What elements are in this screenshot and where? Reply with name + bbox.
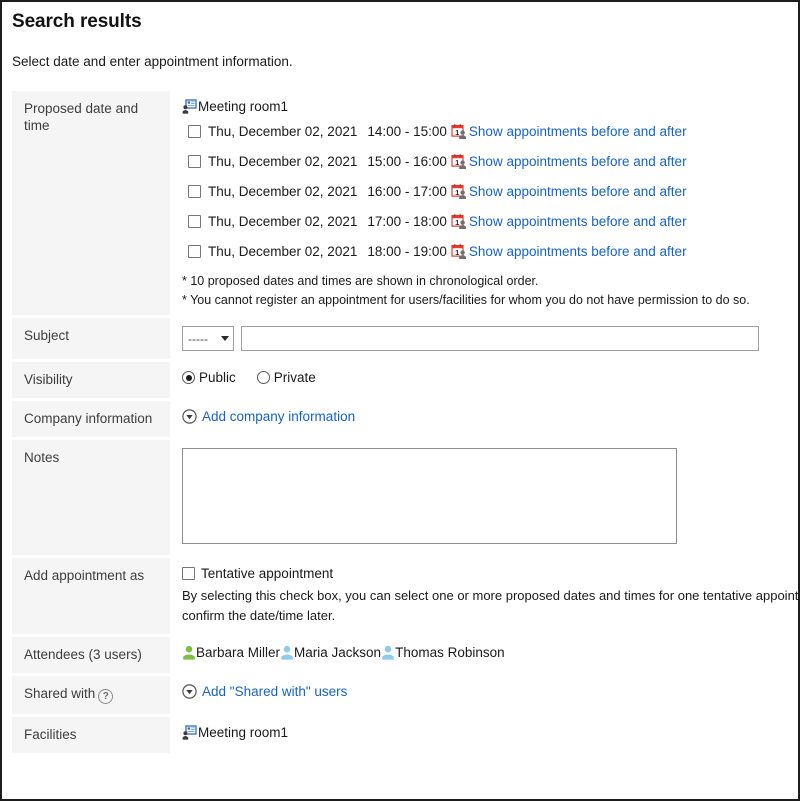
subject-value: ----- — [170, 318, 798, 359]
row-visibility: Visibility Public Private — [12, 362, 798, 398]
row-notes: Notes — [12, 440, 798, 555]
slot-checkbox-4[interactable] — [188, 214, 201, 228]
row-shared-with: Shared with? Add "Shared with" users — [12, 676, 798, 714]
chevron-down-icon — [221, 336, 229, 341]
show-appointments-link-3[interactable]: Show appointments before and after — [469, 184, 687, 199]
label-company-information: Company information — [12, 401, 170, 437]
table-row[interactable]: Thu, December 02, 2021 18:00 - 19:00 1 S… — [182, 236, 798, 266]
facilities-value: Meeting room1 — [170, 717, 798, 753]
row-subject: Subject ----- — [12, 318, 798, 359]
facility-name: Meeting room1 — [198, 725, 289, 740]
list-item: Barbara Miller — [182, 645, 280, 660]
table-row[interactable]: Thu, December 02, 2021 15:00 - 16:00 1 S… — [182, 146, 798, 176]
notes-textarea[interactable] — [182, 448, 677, 544]
subject-prefix-value: ----- — [188, 331, 208, 346]
label-attendees: Attendees (3 users) — [12, 637, 170, 673]
person-icon-organizer — [182, 645, 196, 660]
attendee-name-3: Thomas Robinson — [395, 645, 505, 660]
row-facilities: Facilities Meeting room1 — [12, 717, 798, 753]
tentative-appointment-label: Tentative appointment — [201, 566, 334, 581]
tentative-appointment-checkbox[interactable] — [182, 567, 195, 580]
row-add-appointment-as: Add appointment as Tentative appointment… — [12, 558, 798, 634]
slot-date-1: Thu, December 02, 2021 — [208, 123, 358, 139]
table-row[interactable]: Thu, December 02, 2021 17:00 - 18:00 1 S… — [182, 206, 798, 236]
calendar-person-icon: 1 — [451, 213, 468, 229]
slot-date-2: Thu, December 02, 2021 — [208, 153, 358, 169]
slot-date-4: Thu, December 02, 2021 — [208, 213, 358, 229]
attendee-name-1: Barbara Miller — [196, 645, 281, 660]
slot-time-2: 15:00 - 16:00 — [367, 153, 447, 169]
proposed-facility-name: Meeting room1 — [198, 99, 289, 114]
slot-checkbox-3[interactable] — [188, 184, 201, 198]
add-shared-with-users-link[interactable]: Add "Shared with" users — [202, 684, 347, 699]
label-notes: Notes — [12, 440, 170, 555]
page-description: Select date and enter appointment inform… — [12, 54, 293, 69]
calendar-person-icon: 1 — [451, 243, 468, 259]
subject-prefix-select[interactable]: ----- — [182, 326, 234, 351]
attendee-name-2: Maria Jackson — [294, 645, 382, 660]
label-visibility: Visibility — [12, 362, 170, 398]
show-appointments-link-4[interactable]: Show appointments before and after — [469, 214, 687, 229]
visibility-label-public: Public — [199, 370, 236, 385]
slot-checkbox-2[interactable] — [188, 154, 201, 168]
show-appointments-link-2[interactable]: Show appointments before and after — [469, 154, 687, 169]
table-row[interactable]: Thu, December 02, 2021 16:00 - 17:00 1 S… — [182, 176, 798, 206]
row-attendees: Attendees (3 users) Barbara Miller Maria… — [12, 637, 798, 673]
shared-with-label-text: Shared with — [24, 686, 96, 701]
show-appointments-link-1[interactable]: Show appointments before and after — [469, 124, 687, 139]
show-appointments-link-5[interactable]: Show appointments before and after — [469, 244, 687, 259]
slot-time-4: 17:00 - 18:00 — [367, 213, 447, 229]
label-add-appointment-as: Add appointment as — [12, 558, 170, 634]
slot-checkbox-1[interactable] — [188, 124, 201, 138]
attendees-value: Barbara Miller Maria Jackson Thomas Robi… — [170, 637, 798, 673]
table-row[interactable]: Thu, December 02, 2021 14:00 - 15:00 1 S… — [182, 116, 798, 146]
label-proposed-date-time: Proposed date and time — [12, 91, 170, 315]
page-title: Search results — [12, 11, 142, 32]
chevron-down-circle-icon — [182, 684, 197, 699]
list-item: Maria Jackson — [280, 645, 381, 660]
slot-checkbox-5[interactable] — [188, 244, 201, 258]
visibility-radio-private[interactable] — [256, 371, 270, 384]
slot-time-3: 16:00 - 17:00 — [367, 183, 447, 199]
visibility-radio-public[interactable] — [182, 371, 195, 384]
person-icon-attendee — [280, 645, 294, 660]
tentative-appointment-description: By selecting this check box, you can sel… — [182, 588, 798, 623]
proposed-note-2: * You cannot register an appointment for… — [182, 293, 750, 307]
slot-time-1: 14:00 - 15:00 — [367, 123, 447, 139]
notes-value — [170, 440, 798, 555]
proposed-facility: Meeting room1 — [182, 99, 798, 114]
visibility-value: Public Private — [170, 362, 798, 398]
calendar-person-icon: 1 — [451, 183, 468, 199]
calendar-person-icon: 1 — [451, 123, 468, 139]
chevron-down-circle-icon — [182, 409, 197, 424]
person-icon-attendee — [381, 645, 395, 660]
add-appointment-as-value: Tentative appointment By selecting this … — [170, 558, 798, 634]
proposed-note-1: * 10 proposed dates and times are shown … — [182, 274, 539, 288]
slot-date-3: Thu, December 02, 2021 — [208, 183, 358, 199]
add-company-information-link[interactable]: Add company information — [202, 409, 355, 424]
help-icon[interactable]: ? — [98, 689, 114, 704]
label-facilities: Facilities — [12, 717, 170, 753]
calendar-person-icon: 1 — [451, 153, 468, 169]
row-company-information: Company information Add company informat… — [12, 401, 798, 437]
slot-time-5: 18:00 - 19:00 — [367, 243, 447, 259]
visibility-label-private: Private — [273, 370, 316, 385]
row-proposed-date-time: Proposed date and time Meeting room1 Thu… — [12, 91, 798, 315]
appointment-form: Proposed date and time Meeting room1 Thu… — [12, 88, 798, 756]
facility-entry: Meeting room1 — [182, 725, 798, 740]
subject-input[interactable] — [241, 326, 759, 351]
slot-date-5: Thu, December 02, 2021 — [208, 243, 358, 259]
proposed-slot-list: Thu, December 02, 2021 14:00 - 15:00 1 S… — [182, 116, 798, 266]
list-item: Thomas Robinson — [381, 645, 505, 660]
proposed-date-time-value: Meeting room1 Thu, December 02, 2021 14:… — [170, 91, 798, 315]
company-information-value: Add company information — [170, 401, 798, 437]
label-subject: Subject — [12, 318, 170, 359]
shared-with-value: Add "Shared with" users — [170, 676, 798, 714]
search-results-page: Search results Select date and enter app… — [0, 0, 800, 801]
label-shared-with: Shared with? — [12, 676, 170, 714]
facility-icon — [182, 99, 197, 114]
facility-icon — [182, 725, 197, 740]
